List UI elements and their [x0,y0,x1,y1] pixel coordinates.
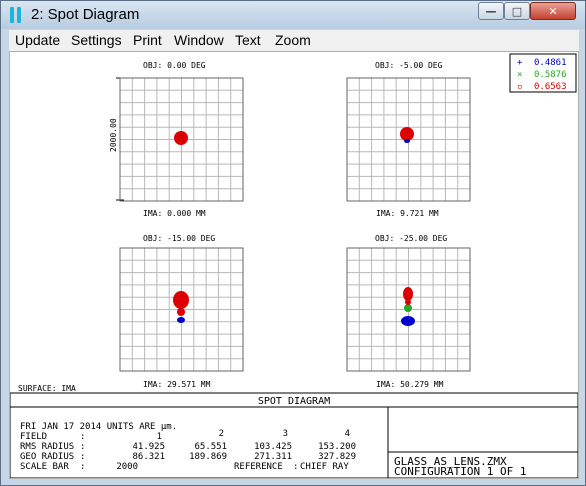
plot2-field-label: OBJ: -5.00 DEG [375,61,443,70]
spot-mark [401,316,415,326]
geo-row-colon: : [80,452,85,462]
scale-bar-row-label: SCALE BAR [20,462,69,472]
menu-print[interactable]: Print [133,32,162,48]
close-button[interactable]: ✕ [530,2,576,20]
menu-text[interactable]: Text [235,32,261,48]
plot-area: + 0.4861 × 0.5876 ▫ 0.6563 OBJ: 0.00 DEG… [9,51,579,479]
spot-mark [177,317,185,323]
plot4-ima-label: IMA: 50.279 MM [376,380,444,389]
scale-bar-label: 2000.00 [109,118,118,152]
geo-value-1: 86.321 [132,452,165,462]
menu-settings[interactable]: Settings [71,32,122,48]
spot-mark [404,139,410,143]
geo-value-3: 271.311 [254,452,292,462]
spot-mark [174,131,188,145]
legend-marker-1: + [517,58,523,68]
plot3-field-label: OBJ: -15.00 DEG [143,234,215,243]
surface-label: SURFACE: IMA [18,384,76,393]
maximize-button[interactable]: □ [504,2,530,20]
date-line: FRI JAN 17 2014 UNITS ARE µm. [20,422,177,432]
spot-diagram-window: 2: Spot Diagram — □ ✕ Update Settings Pr… [0,0,586,486]
zemax-app-icon [9,7,23,23]
field-value-3: 3 [283,429,288,439]
field-value-1: 1 [157,432,162,442]
legend-label-2: 0.5876 [534,70,567,80]
menu-zoom[interactable]: Zoom [275,32,311,48]
configuration-label: CONFIGURATION 1 OF 1 [394,465,526,478]
spot-mark [173,291,189,309]
minimize-button[interactable]: — [478,2,504,20]
spot-mark [400,127,414,141]
geo-value-4: 327.829 [318,452,356,462]
spot-mark [404,304,412,312]
legend-label-1: 0.4861 [534,58,567,68]
scale-bar-value: 2000 [116,462,138,472]
rms-value-4: 153.200 [318,442,356,452]
field-value-4: 4 [345,429,350,439]
reference-value: CHIEF RAY [300,462,349,472]
reference-label: REFERENCE [234,462,283,472]
plot1-ima-label: IMA: 0.000 MM [143,209,206,218]
spot-mark [177,308,185,316]
legend-marker-3: ▫ [517,82,522,92]
rms-value-1: 41.925 [132,442,165,452]
field-row-colon: : [80,432,85,442]
spot-mark [403,287,413,301]
rms-value-3: 103.425 [254,442,292,452]
plot1-field-label: OBJ: 0.00 DEG [143,61,206,70]
field-row-label: FIELD [20,432,47,442]
scale-bar-row-colon: : [80,462,85,472]
menu-bar: Update Settings Print Window Text Zoom [9,30,579,51]
menu-update[interactable]: Update [15,32,60,48]
spot-mark [405,299,411,305]
plot2-ima-label: IMA: 9.721 MM [376,209,439,218]
geo-value-2: 189.869 [189,452,227,462]
menu-window[interactable]: Window [174,32,224,48]
reference-colon: : [293,462,298,472]
plot3-ima-label: IMA: 29.571 MM [143,380,211,389]
rms-value-2: 65.551 [194,442,227,452]
field-value-2: 2 [219,429,224,439]
title-bar[interactable]: 2: Spot Diagram — □ ✕ [1,1,585,29]
window-title: 2: Spot Diagram [31,6,140,23]
plot4-field-label: OBJ: -25.00 DEG [375,234,447,243]
geo-row-label: GEO RADIUS [20,452,74,462]
rms-row-colon: : [80,442,85,452]
rms-row-label: RMS RADIUS [20,442,74,452]
legend-label-3: 0.6563 [534,82,567,92]
legend-marker-2: × [517,70,522,80]
footer-title: SPOT DIAGRAM [258,396,330,407]
